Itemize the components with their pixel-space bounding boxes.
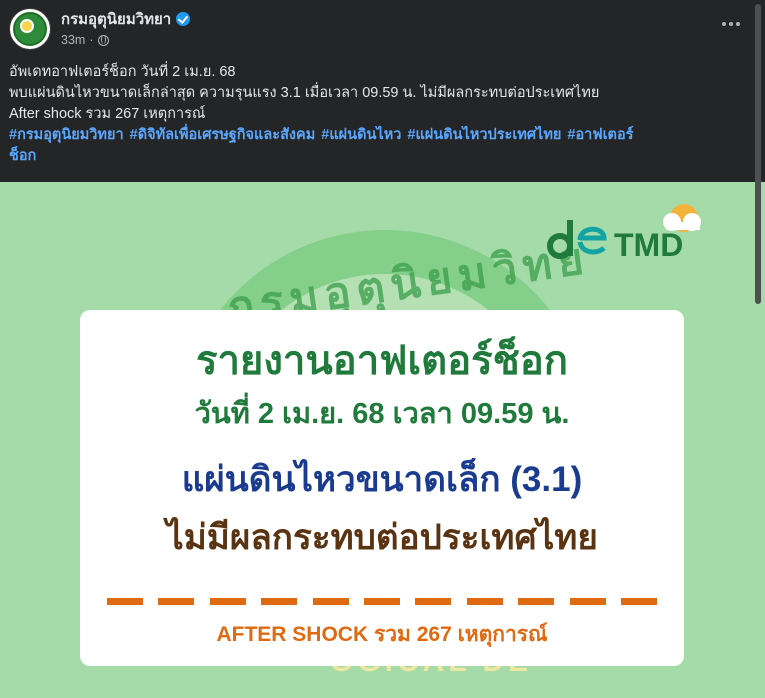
dashed-divider <box>107 598 657 606</box>
hashtag-link[interactable]: #อาฟเตอร์ <box>567 127 633 143</box>
de-logo-icon <box>547 220 607 259</box>
hashtag-line: #กรมอุตุนิยมวิทยา #ดิจิทัลเพื่อเศรษฐกิจแล… <box>9 125 749 146</box>
meta-separator: · <box>89 33 94 47</box>
post-timestamp[interactable]: 33m <box>61 33 85 47</box>
page-name-row: กรมอุตุนิยมวิทยา <box>61 7 191 31</box>
hashtag-link[interactable]: #กรมอุตุนิยมวิทยา <box>9 127 124 143</box>
page-name-link[interactable]: กรมอุตุนิยมวิทยา <box>61 7 171 31</box>
post-message: อัพเดทอาฟเตอร์ช็อก วันที่ 2 เม.ย. 68 พบแ… <box>9 62 749 167</box>
report-aftershock-total: AFTER SHOCK รวม 267 เหตุการณ์ <box>216 623 548 646</box>
hashtag-link[interactable]: #แผ่นดินไหว <box>321 127 401 143</box>
hashtag-link[interactable]: #แผ่นดินไหวประเทศไทย <box>407 127 561 143</box>
facebook-post: กรมอุตุนิยมวิทยา 33m · อัพเดทอาฟเตอร์ช็อ… <box>0 0 765 698</box>
tmd-logo-text: TMD <box>614 227 683 262</box>
aftershock-report-card: รายงานอาฟเตอร์ช็อก วันที่ 2 เม.ย. 68 เวล… <box>80 310 684 666</box>
more-dot-icon <box>729 22 733 26</box>
report-date: วันที่ 2 เม.ย. 68 เวลา 09.59 น. <box>194 398 570 430</box>
hashtag-link[interactable]: #ดิจิทัลเพื่อเศรษฐกิจและสังคม <box>130 127 316 143</box>
post-meta: 33m · <box>61 32 109 48</box>
post-text-line: พบแผ่นดินไหวขนาดเล็กล่าสุด ความรุนแรง 3.… <box>9 85 600 101</box>
report-title: รายงานอาฟเตอร์ช็อก <box>195 339 569 383</box>
more-dot-icon <box>736 22 740 26</box>
hashtag-line-wrap: ช็อก <box>9 146 749 167</box>
more-options-button[interactable] <box>716 12 746 36</box>
page-avatar[interactable] <box>9 8 51 50</box>
report-magnitude: แผ่นดินไหวขนาดเล็ก (3.1) <box>181 460 583 499</box>
post-text-line: อัพเดทอาฟเตอร์ช็อก วันที่ 2 เม.ย. 68 <box>9 64 236 80</box>
post-text-line: After shock รวม 267 เหตุการณ์ <box>9 106 206 122</box>
report-impact: ไม่มีผลกระทบต่อประเทศไทย <box>166 518 598 557</box>
more-dot-icon <box>722 22 726 26</box>
tmd-logo-icon: TMD <box>614 204 701 262</box>
post-header: กรมอุตุนิยมวิทยา 33m · <box>0 0 765 58</box>
public-globe-icon[interactable] <box>97 34 109 46</box>
scrollbar-thumb[interactable] <box>755 4 761 304</box>
hashtag-link-continued[interactable]: ช็อก <box>9 148 36 164</box>
avatar-emblem-center <box>20 19 34 33</box>
verified-badge-icon <box>176 12 191 26</box>
